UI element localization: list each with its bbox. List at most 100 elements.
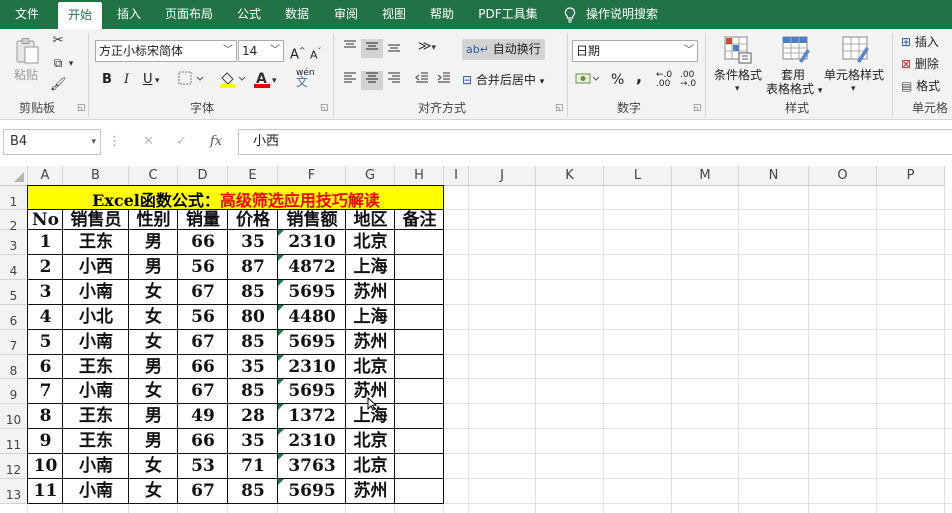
table-cell[interactable]: 56 (178, 255, 228, 280)
table-cell[interactable]: 66 (178, 230, 228, 255)
column-header[interactable]: N (739, 166, 809, 186)
column-header[interactable]: F (278, 166, 346, 186)
table-cell[interactable]: 北京 (346, 429, 395, 454)
table-cell[interactable]: 5695 (278, 379, 346, 404)
align-bottom-icon[interactable] (384, 39, 404, 58)
table-cell[interactable]: 67 (178, 330, 228, 355)
align-right-icon[interactable] (384, 71, 404, 90)
table-cell[interactable]: 女 (129, 330, 178, 355)
enter-icon[interactable]: ✓ (176, 134, 187, 149)
table-cell[interactable]: 苏州 (346, 479, 395, 504)
decrease-decimal-button[interactable]: .00 →.0 (680, 71, 696, 89)
align-center-icon[interactable] (361, 71, 383, 90)
table-cell[interactable]: 7 (28, 379, 63, 404)
formula-bar-grip-icon[interactable]: ⋮ (108, 134, 122, 149)
table-cell[interactable]: 小西 (63, 255, 129, 280)
delete-cells-button[interactable]: ⊠ 删除 (901, 56, 939, 72)
tab-help[interactable]: 帮助 (421, 0, 463, 29)
orientation-icon[interactable]: ≫▾ (413, 39, 441, 56)
wrap-text-button[interactable]: ab↵ 自动换行 (462, 39, 545, 60)
merge-center-button[interactable]: ⊟ 合并后居中 ▾ (462, 72, 544, 90)
table-cell[interactable]: 71 (228, 454, 278, 479)
format-as-table-button[interactable]: 表格格式 ▾ (766, 81, 822, 99)
cell-styles-dropdown-icon[interactable]: ▾ (851, 81, 856, 97)
table-cell[interactable]: 35 (228, 355, 278, 379)
table-cell[interactable]: 4 (28, 305, 63, 330)
font-name-select[interactable]: 方正小标宋简体 ﹀ (95, 40, 237, 62)
table-cell[interactable]: 女 (129, 379, 178, 404)
row-header[interactable]: 8 (0, 355, 28, 379)
table-cell[interactable]: 6 (28, 355, 63, 379)
table-header-cell[interactable]: 销量 (178, 210, 228, 230)
table-cell[interactable]: 北京 (346, 454, 395, 479)
table-cell[interactable]: 67 (178, 280, 228, 305)
tab-view[interactable]: 视图 (373, 0, 415, 29)
table-cell[interactable]: 49 (178, 404, 228, 429)
font-launcher-icon[interactable]: ◱ (320, 103, 329, 113)
row-header[interactable]: 9 (0, 379, 28, 404)
insert-cells-button[interactable]: ⊞ 插入 (901, 34, 939, 50)
title-cell[interactable]: Excel函数公式：高级筛选应用技巧解读 (28, 186, 444, 210)
currency-icon[interactable] (575, 71, 601, 92)
copy-icon[interactable]: ⧉ (50, 55, 66, 71)
table-cell[interactable] (395, 355, 444, 379)
tab-home[interactable]: 开始 (58, 2, 102, 29)
phonetic-button[interactable]: wén 文 (296, 69, 315, 89)
table-cell[interactable] (395, 379, 444, 404)
comma-button[interactable]: , (636, 69, 642, 85)
tab-formulas[interactable]: 公式 (228, 0, 270, 29)
table-cell[interactable]: 1 (28, 230, 63, 255)
table-cell[interactable]: 35 (228, 230, 278, 255)
table-cell[interactable]: 2310 (278, 230, 346, 255)
format-as-table-icon[interactable] (780, 35, 812, 70)
column-header[interactable]: G (346, 166, 395, 186)
table-cell[interactable]: 男 (129, 230, 178, 255)
table-cell[interactable]: 男 (129, 255, 178, 280)
table-cell[interactable]: 9 (28, 429, 63, 454)
column-header[interactable]: P (877, 166, 945, 186)
table-header-cell[interactable]: 地区 (346, 210, 395, 230)
align-left-icon[interactable] (340, 71, 360, 90)
table-cell[interactable] (395, 404, 444, 429)
table-header-cell[interactable]: 备注 (395, 210, 444, 230)
table-cell[interactable]: 4872 (278, 255, 346, 280)
fill-color-icon[interactable] (218, 69, 246, 94)
table-cell[interactable]: 67 (178, 379, 228, 404)
decrease-font-button[interactable]: Aˇ (310, 44, 322, 64)
table-cell[interactable]: 男 (129, 355, 178, 379)
row-header[interactable]: 2 (0, 210, 28, 233)
row-header[interactable]: 4 (0, 255, 28, 280)
table-cell[interactable]: 小南 (63, 379, 129, 404)
table-cell[interactable]: 女 (129, 305, 178, 330)
table-cell[interactable]: 4480 (278, 305, 346, 330)
table-cell[interactable]: 53 (178, 454, 228, 479)
table-cell[interactable]: 1372 (278, 404, 346, 429)
column-header[interactable]: C (129, 166, 178, 186)
insert-function-icon[interactable]: fx (210, 134, 222, 149)
table-cell[interactable]: 女 (129, 454, 178, 479)
name-box[interactable]: B4 ▾ (3, 129, 101, 155)
column-header[interactable]: A (28, 166, 63, 186)
table-cell[interactable]: 85 (228, 280, 278, 305)
column-header[interactable]: H (395, 166, 444, 186)
column-header[interactable]: O (809, 166, 877, 186)
table-cell[interactable]: 上海 (346, 305, 395, 330)
tab-page-layout[interactable]: 页面布局 (160, 0, 218, 29)
decrease-indent-icon[interactable] (412, 71, 432, 90)
table-cell[interactable]: 10 (28, 454, 63, 479)
number-format-select[interactable]: 日期 ﹀ (572, 40, 698, 62)
table-header-cell[interactable]: 销售员 (63, 210, 129, 230)
underline-button[interactable]: U (143, 72, 153, 88)
table-cell[interactable]: 67 (178, 479, 228, 504)
table-cell[interactable]: 苏州 (346, 280, 395, 305)
table-cell[interactable]: 小北 (63, 305, 129, 330)
cancel-icon[interactable]: ✕ (143, 134, 154, 149)
table-cell[interactable] (395, 454, 444, 479)
paste-icon[interactable] (12, 37, 42, 64)
tell-me-search[interactable]: 操作说明搜索 (584, 0, 660, 29)
table-cell[interactable]: 28 (228, 404, 278, 429)
table-cell[interactable]: 5 (28, 330, 63, 355)
table-cell[interactable] (395, 280, 444, 305)
percent-button[interactable]: % (611, 72, 624, 88)
select-all-corner[interactable] (0, 166, 28, 186)
